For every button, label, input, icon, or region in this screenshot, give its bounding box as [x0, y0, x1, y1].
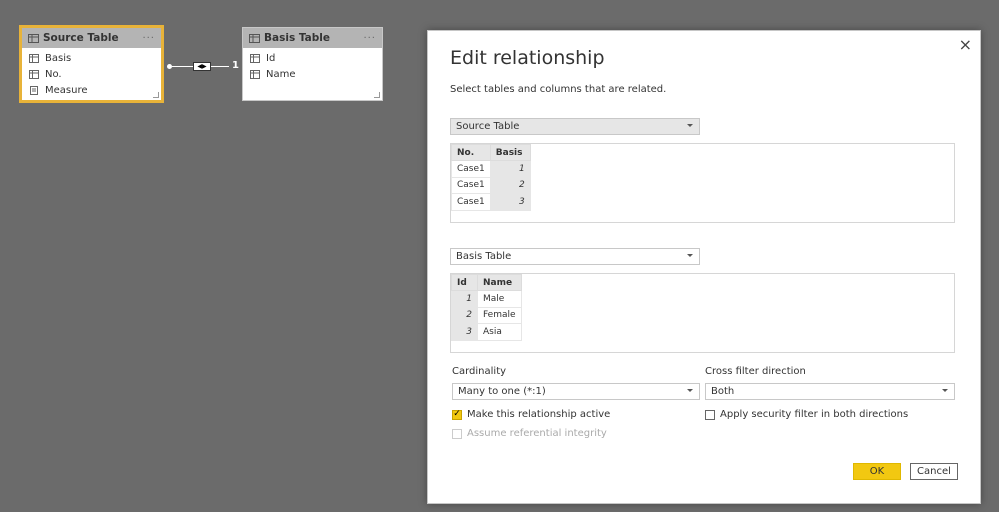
table-cell: Female	[477, 306, 522, 324]
column-header[interactable]: No.	[451, 144, 491, 161]
table-row: Case1 3	[451, 193, 531, 211]
basis-table-card[interactable]: Basis Table ··· Id Name	[242, 27, 383, 101]
make-active-label: Make this relationship active	[467, 409, 611, 420]
source-table-title: Source Table	[43, 32, 119, 44]
field-measure[interactable]: Measure	[22, 82, 161, 98]
security-filter-label: Apply security filter in both directions	[720, 409, 909, 420]
chevron-down-icon	[687, 124, 693, 127]
table2-dropdown[interactable]: Basis Table	[450, 248, 700, 265]
field-label: Basis	[45, 52, 72, 64]
field-label: No.	[45, 68, 62, 80]
table2-dropdown-value: Basis Table	[456, 251, 512, 262]
measure-icon	[29, 85, 39, 95]
ok-button[interactable]: OK	[853, 463, 901, 480]
dialog-subtitle: Select tables and columns that are relat…	[450, 84, 667, 95]
chevron-down-icon	[687, 254, 693, 257]
table-cell: 3	[489, 193, 531, 211]
table-icon	[28, 33, 39, 43]
source-table-header[interactable]: Source Table ···	[22, 28, 161, 48]
basis-table-title: Basis Table	[264, 32, 330, 44]
table-cell: Case1	[451, 160, 491, 178]
cancel-button[interactable]: Cancel	[910, 463, 958, 480]
chevron-down-icon	[687, 389, 693, 392]
cross-filter-dropdown[interactable]: Both	[705, 383, 955, 400]
table-cell: Asia	[477, 323, 522, 341]
dialog-title: Edit relationship	[450, 47, 605, 69]
column-header[interactable]: Name	[477, 274, 522, 291]
table-row: 1 Male	[451, 290, 522, 308]
column-header[interactable]: Basis	[489, 144, 531, 161]
table-cell: 1	[451, 290, 478, 308]
cardinality-dropdown[interactable]: Many to one (*:1)	[452, 383, 700, 400]
field-no[interactable]: No.	[22, 66, 161, 82]
table-icon	[249, 33, 260, 43]
table-row: Case1 2	[451, 176, 531, 194]
more-options-icon[interactable]: ···	[363, 33, 376, 44]
security-filter-checkbox[interactable]: Apply security filter in both directions	[705, 409, 908, 420]
cross-filter-label: Cross filter direction	[705, 366, 806, 377]
table2-preview-grid: Id Name 1 Male 2 Female 3 Asia	[451, 274, 522, 341]
table-cell: 2	[451, 306, 478, 324]
chevron-down-icon	[942, 389, 948, 392]
table-header-row: Id Name	[451, 274, 522, 291]
checkmark-icon[interactable]: ✓	[452, 409, 462, 420]
field-name[interactable]: Name	[243, 66, 382, 82]
cardinality-value: Many to one (*:1)	[458, 386, 546, 397]
table-row: 2 Female	[451, 306, 522, 324]
table-cell: Male	[477, 290, 522, 308]
cross-filter-value: Both	[711, 386, 735, 397]
field-basis[interactable]: Basis	[22, 50, 161, 66]
table-cell: 2	[489, 176, 531, 194]
field-label: Measure	[45, 84, 88, 96]
field-label: Name	[266, 68, 296, 80]
cardinality-label: Cardinality	[452, 366, 507, 377]
table2-preview: Id Name 1 Male 2 Female 3 Asia	[450, 273, 955, 353]
field-id[interactable]: Id	[243, 50, 382, 66]
column-icon	[250, 69, 260, 79]
source-table-card[interactable]: Source Table ··· Basis No. Measure	[19, 25, 164, 103]
field-label: Id	[266, 52, 276, 64]
table-header-row: No. Basis	[451, 144, 531, 161]
resize-handle[interactable]	[374, 92, 380, 98]
table-row: 3 Asia	[451, 323, 522, 341]
table-cell: Case1	[451, 176, 491, 194]
table1-preview-grid: No. Basis Case1 1 Case1 2 Case1 3	[451, 144, 531, 211]
table1-dropdown[interactable]: Source Table	[450, 118, 700, 135]
one-side-label: 1	[232, 60, 239, 71]
column-icon	[250, 53, 260, 63]
checkbox-box	[452, 428, 462, 439]
table-row: Case1 1	[451, 160, 531, 178]
close-icon[interactable]: ×	[959, 35, 972, 54]
more-options-icon[interactable]: ···	[142, 33, 155, 44]
edit-relationship-dialog: × Edit relationship Select tables and co…	[427, 30, 981, 504]
table-cell: 1	[489, 160, 531, 178]
column-header[interactable]: Id	[451, 274, 478, 291]
table1-preview: No. Basis Case1 1 Case1 2 Case1 3	[450, 143, 955, 223]
table-cell: 3	[451, 323, 478, 341]
checkbox-box[interactable]	[705, 409, 715, 420]
cross-filter-both-icon[interactable]: ◀▶	[193, 62, 211, 71]
make-active-checkbox[interactable]: ✓ Make this relationship active	[452, 409, 610, 420]
resize-handle[interactable]	[153, 92, 159, 98]
column-icon	[29, 53, 39, 63]
table-cell: Case1	[451, 193, 491, 211]
referential-integrity-checkbox: Assume referential integrity	[452, 428, 607, 439]
basis-table-header[interactable]: Basis Table ···	[243, 28, 382, 48]
referential-integrity-label: Assume referential integrity	[467, 428, 607, 439]
column-icon	[29, 69, 39, 79]
table1-dropdown-value: Source Table	[456, 121, 520, 132]
